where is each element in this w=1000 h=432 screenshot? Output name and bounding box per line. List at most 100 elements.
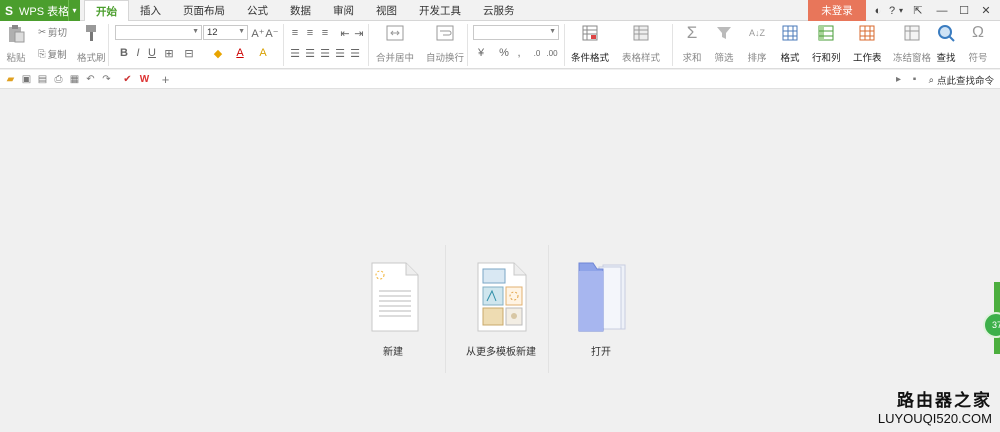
row-col-button[interactable]: 行和列 [812,23,841,64]
sigma-icon: Σ [686,23,698,42]
align-middle-icon[interactable]: ≡ [303,26,317,40]
increase-font-icon[interactable]: A⁺ [251,26,265,40]
copy-label: 复制 [47,50,67,61]
minimize-icon[interactable]: — [932,0,952,21]
app-menu-button[interactable]: S WPS 表格 ▾ [0,0,80,21]
tab-formulas[interactable]: 公式 [236,0,279,21]
tab-insert[interactable]: 插入 [129,0,172,21]
format-painter-button[interactable]: 格式刷 [77,23,106,64]
increase-decimal-icon[interactable]: .0 [530,46,544,60]
omega-icon: Ω [972,24,984,41]
font-size-select[interactable]: 12 ▼ [203,25,248,40]
undo-icon[interactable]: ↶ [84,73,97,86]
print-icon[interactable]: ⎙ [52,73,65,86]
align-left-icon[interactable]: ☰ [288,46,302,60]
filter-button[interactable]: 筛选 [714,23,734,64]
tab-page-layout[interactable]: 页面布局 [172,0,236,21]
doc-icon[interactable]: ▸ [892,73,905,86]
decrease-font-icon[interactable]: A⁻ [265,26,279,40]
tab-cloud[interactable]: 云服务 [472,0,526,21]
skin-icon[interactable]: ◐ [870,0,886,21]
freeze-panes-label: 冻结窗格 [893,53,932,64]
print-preview-icon[interactable]: ▦ [68,73,81,86]
worksheet-label: 工作表 [853,53,882,64]
scissors-icon: ✂ [38,26,46,38]
align-right-icon[interactable]: ☰ [318,46,332,60]
align-bottom-icon[interactable]: ≡ [318,26,332,40]
find-button[interactable]: 查找 [936,23,956,64]
separator [368,24,369,66]
open-folder-icon[interactable]: ▰ [4,73,17,86]
maximize-icon[interactable]: ☐ [954,0,974,21]
search-icon: ⌕ [928,74,934,86]
paste-label: 粘贴 [6,53,26,64]
tab-view[interactable]: 视图 [365,0,408,21]
thousands-separator-icon[interactable]: , [512,46,526,60]
close-icon[interactable]: ✕ [976,0,996,21]
freeze-panes-button[interactable]: 冻结窗格 [893,23,931,64]
chevron-down-icon: ▼ [238,28,245,35]
help-dropdown-icon[interactable]: ▾ [897,0,905,21]
format-button[interactable]: 格式 [780,23,800,64]
paste-button[interactable]: 粘贴 [6,23,26,64]
wps-brand-icon[interactable]: W [138,73,151,86]
cut-button[interactable]: ✂ 剪切 [38,25,67,40]
add-icon[interactable]: + [159,72,172,87]
customize-icon[interactable]: ✔ [121,73,134,86]
tab-data[interactable]: 数据 [279,0,322,21]
border-icon[interactable]: ⊞ [162,46,176,60]
cut-label: 剪切 [47,28,67,39]
number-format-select[interactable]: ▼ [473,25,559,40]
cell-border-style-icon[interactable]: ⊟ [182,46,196,60]
divider [548,245,549,373]
save-icon[interactable]: ▣ [20,73,33,86]
tab-developer[interactable]: 开发工具 [408,0,472,21]
row-col-label: 行和列 [812,53,841,64]
worksheet-button[interactable]: 工作表 [853,23,882,64]
align-center-icon[interactable]: ☰ [303,46,317,60]
italic-icon[interactable]: I [131,46,145,60]
separator [108,24,109,66]
redo-icon[interactable]: ↷ [100,73,113,86]
separator [467,24,468,66]
collapse-ribbon-icon[interactable]: ⇱ [908,0,928,21]
save-as-icon[interactable]: ▤ [36,73,49,86]
table-style-button[interactable]: 表格样式 [622,23,660,64]
conditional-format-button[interactable]: 条件格式 [571,23,609,64]
open-button[interactable]: 打开 [573,261,629,358]
justify-icon[interactable]: ☰ [333,46,347,60]
font-color-icon[interactable]: A [233,46,247,60]
copy-button[interactable]: ⎘ 复制 [38,47,67,62]
paste-icon [6,23,26,43]
symbol-button[interactable]: Ω 符号 [968,23,988,64]
fill-color-icon[interactable]: ◆ [211,46,225,60]
font-name-select[interactable]: ▼ [115,25,202,40]
find-command-box[interactable]: ⌕ 点此查找命令 [928,73,994,88]
decrease-decimal-icon[interactable]: .00 [545,46,559,60]
login-button[interactable]: 未登录 [808,0,866,21]
app-menu-dropdown-icon[interactable]: ▾ [68,0,80,21]
indent-decrease-icon[interactable]: ⇤ [338,26,352,40]
tab-home[interactable]: 开始 [84,0,129,22]
template-icon [477,262,527,332]
distributed-icon[interactable]: ☰ [348,46,362,60]
currency-icon[interactable]: ¥ [474,46,488,60]
new-document-button[interactable]: 新建 [364,261,422,358]
sort-button[interactable]: A↓Z 排序 [747,23,767,64]
symbol-label: 符号 [968,53,988,64]
indent-increase-icon[interactable]: ⇥ [352,26,366,40]
percent-icon[interactable]: % [497,46,511,60]
sum-button[interactable]: Σ 求和 [682,23,702,64]
new-from-template-button[interactable]: 从更多模板新建 [466,261,536,358]
align-top-icon[interactable]: ≡ [288,26,302,40]
clear-format-icon[interactable]: A [256,46,270,60]
tab-review[interactable]: 审阅 [322,0,365,21]
underline-icon[interactable]: U [145,46,159,60]
bold-icon[interactable]: B [117,46,131,60]
wps-logo-icon: S [4,3,13,18]
wrap-text-button[interactable]: 自动换行 [426,23,464,64]
row-col-icon [816,23,836,43]
comment-icon[interactable]: ▪ [908,73,921,86]
merge-center-button[interactable]: 合并居中 [376,23,414,64]
new-from-template-label: 从更多模板新建 [466,347,536,358]
